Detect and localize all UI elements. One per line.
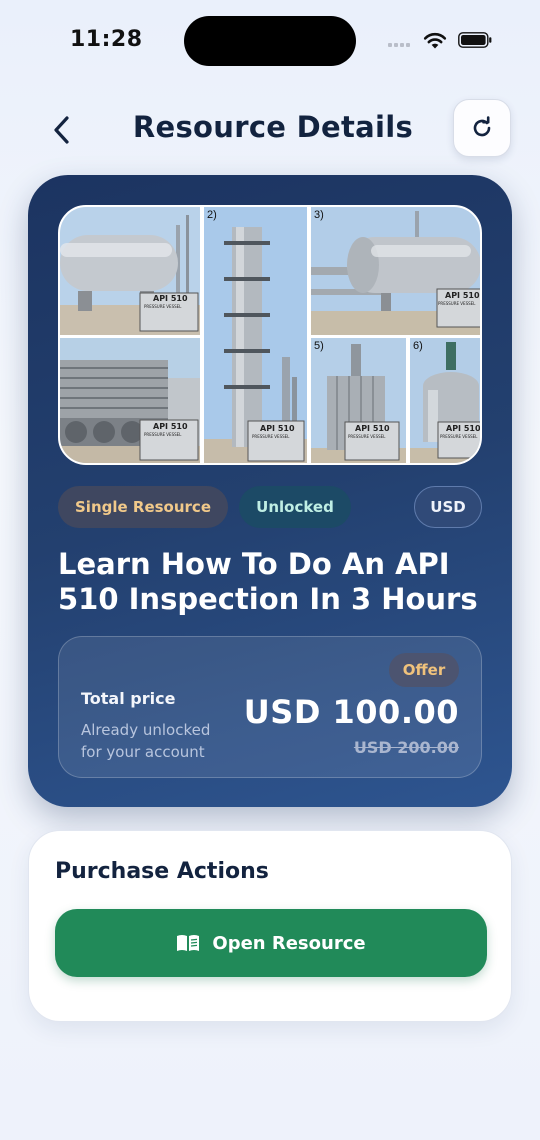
wifi-icon (423, 32, 447, 49)
battery-icon (458, 32, 492, 48)
refresh-icon (473, 116, 491, 137)
gallery-tile-air-cooler: API 510 PRESSURE VESSEL (60, 338, 200, 463)
resource-title: Learn How To Do An API 510 Inspection In… (58, 547, 478, 616)
nameplate-sublabel: PRESSURE VESSEL (144, 432, 182, 437)
gallery-tile-heat-exchanger: 3) API 510 PRESSURE VESSEL (311, 207, 480, 335)
purchase-actions-card: Purchase Actions Open Resource (28, 830, 512, 1022)
cellular-signal-icon (388, 43, 414, 49)
nameplate-label: API 510 (260, 424, 295, 433)
nameplate-sublabel: PRESSURE VESSEL (252, 434, 290, 439)
status-bar: 11:28 (0, 0, 540, 80)
resource-type-badge: Single Resource (58, 486, 228, 528)
currency-badge: USD (414, 486, 482, 528)
open-resource-button[interactable]: Open Resource (55, 909, 487, 977)
dynamic-island (184, 16, 356, 66)
nameplate-label: API 510 (445, 291, 480, 300)
resource-image-gallery[interactable]: API 510 PRESSURE VESSEL API 510 PRESSURE… (58, 205, 482, 465)
nameplate-label: API 510 (153, 294, 188, 303)
unlocked-note: Already unlocked for your account (81, 721, 211, 761)
gallery-tile-box-heater: 5) API 510 PRESSURE VESSEL (311, 338, 406, 463)
nameplate-sublabel: PRESSURE VESSEL (144, 304, 182, 309)
purchase-actions-title: Purchase Actions (55, 859, 269, 884)
book-icon (177, 935, 200, 951)
gallery-tile-distillation-column: 2) API 510 PRESSURE VESSEL (204, 207, 307, 463)
refresh-button[interactable] (453, 99, 511, 157)
nameplate-sublabel: PRESSURE VESSEL (348, 434, 386, 439)
current-price: USD 100.00 (243, 693, 459, 731)
gallery-tile-reactor-vessel: 6) API 510 PRESSURE VESSEL (410, 338, 481, 463)
nameplate-sublabel: PRESSURE VESSEL (438, 301, 476, 306)
nameplate-label: API 510 (446, 424, 481, 433)
unlocked-status-badge: Unlocked (239, 486, 351, 528)
nameplate-label: API 510 (355, 424, 390, 433)
total-price-label: Total price (81, 689, 176, 708)
status-time: 11:28 (70, 27, 143, 52)
offer-badge: Offer (389, 653, 459, 687)
price-panel: Offer Total price Already unlocked for y… (58, 636, 482, 778)
nameplate-sublabel: PRESSURE VESSEL (440, 434, 478, 439)
original-price: USD 200.00 (353, 738, 459, 757)
gallery-tile-horizontal-vessel: API 510 PRESSURE VESSEL (60, 207, 200, 335)
nameplate-label: API 510 (153, 422, 188, 431)
open-resource-label: Open Resource (212, 932, 366, 954)
resource-hero-card: API 510 PRESSURE VESSEL API 510 PRESSURE… (28, 175, 512, 807)
